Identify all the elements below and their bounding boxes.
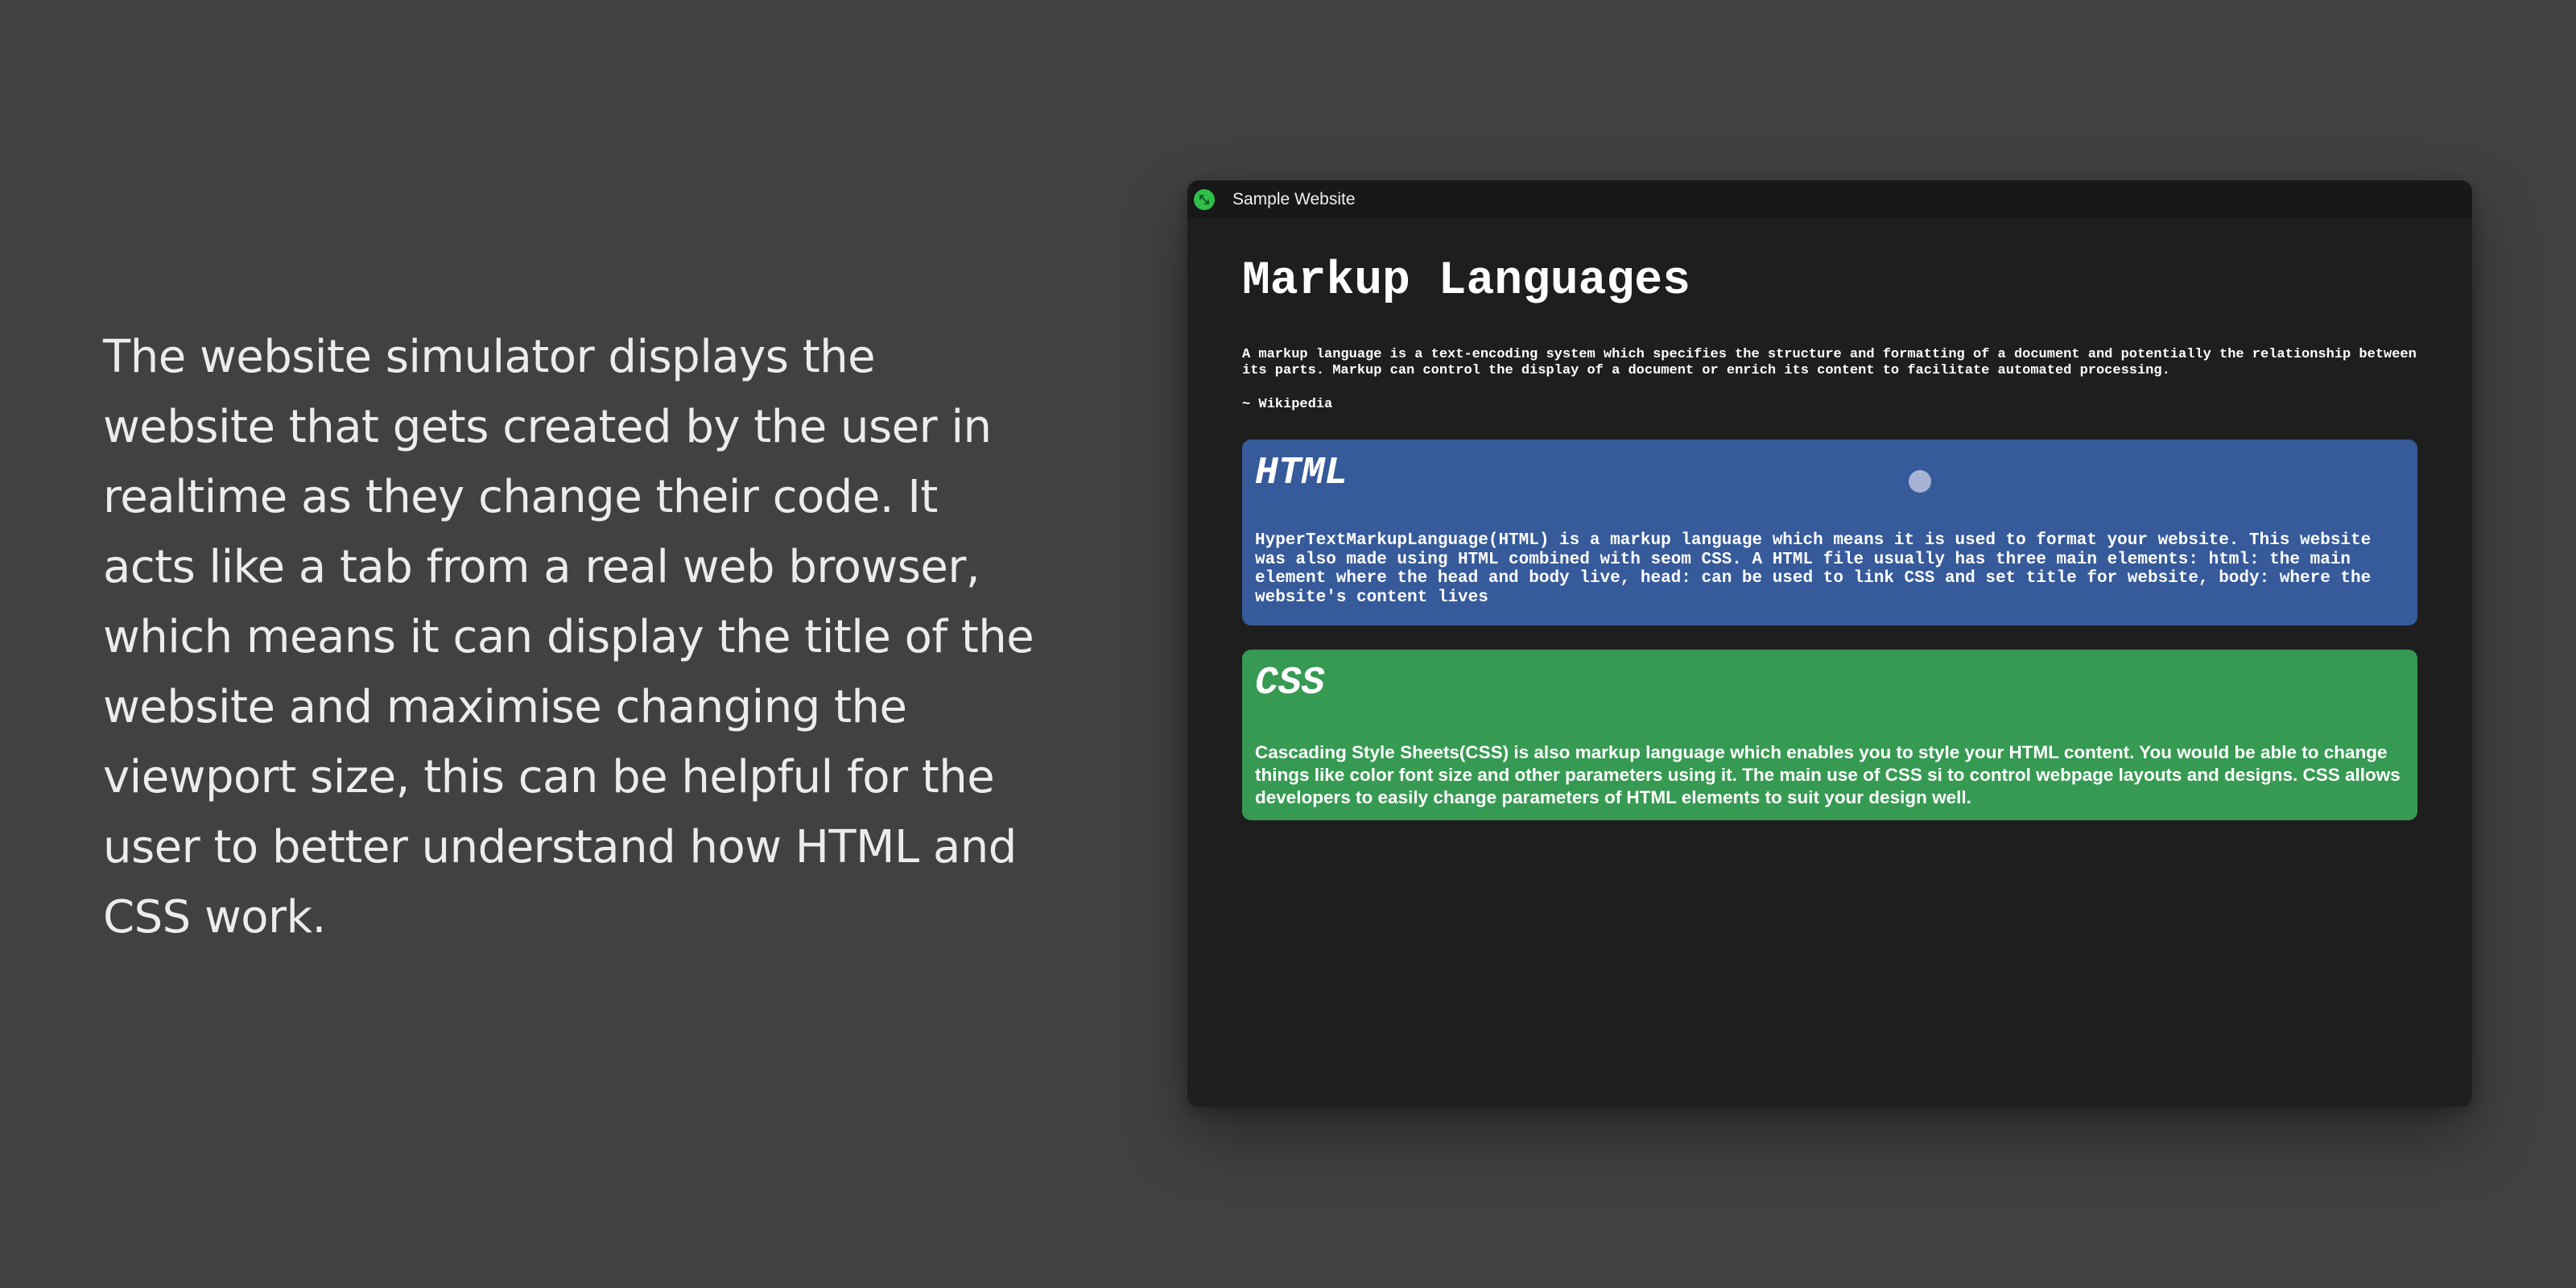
html-card-title: HTML [1255,452,1348,495]
page-heading: Markup Languages [1242,255,1690,308]
mouse-cursor [1909,470,1931,493]
css-card-body: Cascading Style Sheets(CSS) is also mark… [1255,742,2401,807]
tab-title: Sample Website [1232,189,1356,208]
intro-paragraph: A markup language is a text-encoding sys… [1242,347,2417,378]
description-text: The website simulator displays the websi… [103,331,1034,943]
css-card: CSS Cascading Style Sheets(CSS) is also … [1242,650,2417,820]
expand-arrows-icon [1199,194,1209,204]
source-citation: ~ Wikipedia [1242,397,1333,412]
css-card-title: CSS [1255,662,1325,705]
website-simulator-window: Sample Website Markup Languages A markup… [1187,180,2472,1107]
html-card: HTML HyperTextMarkupLanguage(HTML) is a … [1242,440,2417,625]
maximize-button[interactable] [1194,188,1215,210]
simulator-tab-bar: Sample Website [1187,180,2472,218]
html-card-body: HyperTextMarkupLanguage(HTML) is a marku… [1255,531,2372,607]
website-viewport: Markup Languages A markup language is a … [1187,218,2472,820]
